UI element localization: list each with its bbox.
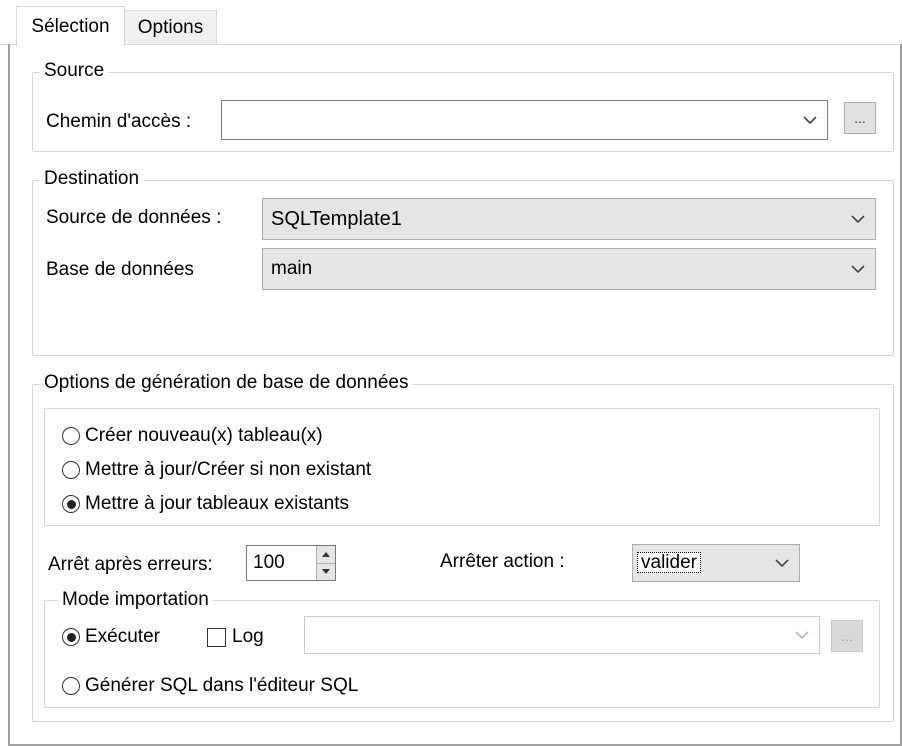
log-checkbox[interactable]: Log xyxy=(207,626,264,648)
database-value: main xyxy=(271,258,313,279)
path-label: Chemin d'accès : xyxy=(46,111,192,132)
tab-strip-divider xyxy=(0,44,902,45)
stop-after-errors-value: 100 xyxy=(253,552,285,573)
radio-create-new-tables[interactable]: Créer nouveau(x) tableau(x) xyxy=(62,425,323,447)
datasource-label: Source de données : xyxy=(46,207,222,228)
datasource-combo[interactable]: SQLTemplate1 xyxy=(262,198,876,240)
radio-circle xyxy=(62,677,80,695)
radio-label: Exécuter xyxy=(85,626,160,647)
radio-label: Créer nouveau(x) tableau(x) xyxy=(85,425,323,446)
generation-legend: Options de génération de base de données xyxy=(40,372,413,394)
log-browse-label: ... xyxy=(841,628,853,644)
radio-label: Mettre à jour/Créer si non existant xyxy=(85,459,372,480)
chevron-down-icon xyxy=(841,199,875,239)
chevron-down-icon xyxy=(765,545,799,581)
log-path-combo[interactable] xyxy=(304,616,820,654)
radio-circle xyxy=(62,427,80,445)
radio-circle xyxy=(62,461,80,479)
stop-action-value: valider xyxy=(637,552,701,573)
stop-after-errors-label: Arrêt après erreurs: xyxy=(48,554,213,575)
path-browse-button[interactable]: ... xyxy=(844,102,876,134)
stop-action-label: Arrêter action : xyxy=(440,551,565,572)
stop-after-errors-spinner[interactable]: 100 xyxy=(246,545,336,581)
radio-circle-selected xyxy=(62,495,80,513)
path-browse-label: ... xyxy=(854,110,866,126)
panel-border-left xyxy=(8,44,10,746)
datasource-value: SQLTemplate1 xyxy=(271,207,402,230)
checkbox-box xyxy=(207,627,226,647)
tab-options[interactable]: Options xyxy=(125,10,217,44)
radio-update-create[interactable]: Mettre à jour/Créer si non existant xyxy=(62,459,371,481)
path-combo[interactable] xyxy=(221,100,828,140)
database-combo[interactable]: main xyxy=(262,248,876,290)
log-browse-button[interactable]: ... xyxy=(831,620,863,652)
spin-down-icon[interactable] xyxy=(317,562,335,580)
database-label: Base de données xyxy=(46,259,194,280)
stop-action-combo[interactable]: valider xyxy=(632,544,800,582)
source-legend: Source xyxy=(40,60,109,82)
radio-circle-selected xyxy=(62,628,80,646)
spin-up-icon[interactable] xyxy=(317,546,335,563)
checkbox-label: Log xyxy=(232,626,264,647)
radio-generate-sql[interactable]: Générer SQL dans l'éditeur SQL xyxy=(62,675,358,697)
tab-selection[interactable]: Sélection xyxy=(16,6,125,46)
radio-update-existing[interactable]: Mettre à jour tableaux existants xyxy=(62,493,349,515)
radio-label: Mettre à jour tableaux existants xyxy=(85,493,350,514)
tab-options-label: Options xyxy=(137,16,204,38)
radio-label: Générer SQL dans l'éditeur SQL xyxy=(85,675,359,696)
chevron-down-icon xyxy=(841,249,875,289)
radio-execute[interactable]: Exécuter xyxy=(62,626,160,648)
destination-legend: Destination xyxy=(40,168,144,190)
chevron-down-icon xyxy=(793,101,827,139)
chevron-down-icon xyxy=(785,617,819,653)
import-mode-legend: Mode importation xyxy=(58,589,213,611)
tab-selection-label: Sélection xyxy=(31,15,110,37)
